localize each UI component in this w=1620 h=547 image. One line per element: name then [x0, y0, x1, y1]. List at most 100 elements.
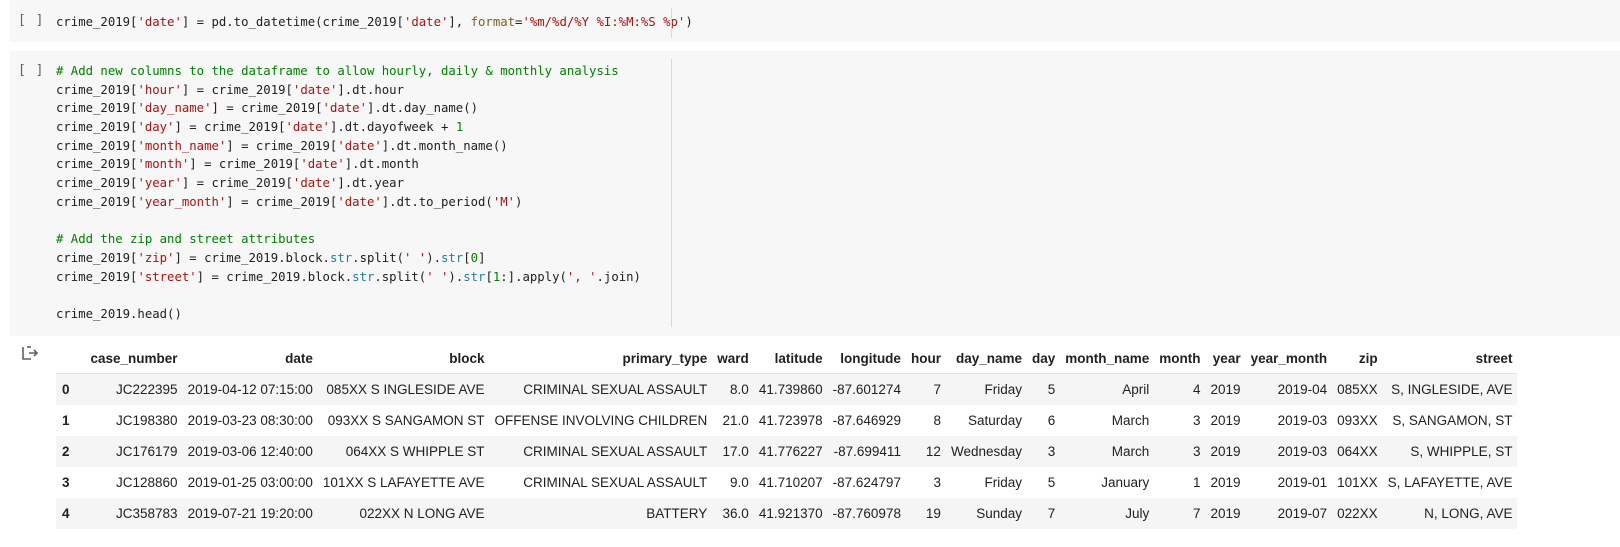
code-token: 'date' [137, 15, 182, 29]
column-header: block [317, 343, 490, 374]
table-cell: CRIMINAL SEXUAL ASSAULT [523, 444, 708, 459]
code-token: :].apply( [500, 269, 567, 284]
code-token: .split( [374, 269, 427, 284]
column-header: longitude [827, 343, 906, 374]
code-token: crime_2019[ [56, 120, 138, 135]
code-cell-2[interactable]: [ ] # Add new columns to the dataframe t… [10, 51, 1620, 336]
code-token: ] = crime_2019[ [181, 82, 293, 97]
code-token: # Add new columns to the dataframe to al… [56, 64, 619, 78]
table-cell: 085XX S INGLESIDE AVE [326, 382, 485, 397]
table-cell: -87.699411 [833, 444, 901, 459]
table-cell: Friday [984, 382, 1022, 397]
table-cell: JC128860 [116, 475, 178, 490]
table-cell: 3 [1047, 444, 1056, 459]
table-cell: 2019-07-21 19:20:00 [187, 506, 313, 521]
code-token: .join) [596, 269, 641, 284]
run-cell-button[interactable]: [ ] [18, 63, 44, 78]
table-cell: 8.0 [730, 382, 749, 397]
table-cell: 41.739860 [758, 382, 823, 397]
table-cell: 41.723978 [758, 413, 823, 428]
code-line: # Add the zip and street attributes [56, 230, 641, 249]
code-token: 'date' [300, 157, 345, 172]
table-row: 0 JC222395 2019-04-12 07:15:00 085XX S INGL… [56, 373, 1518, 405]
code-line: crime_2019['year_month'] = crime_2019['d… [56, 193, 641, 212]
row-index: 3 [62, 475, 70, 490]
table-row: 2 JC176179 2019-03-06 12:40:00 064XX S WHIP… [56, 436, 1518, 467]
table-cell: 2019 [1210, 444, 1241, 459]
table-cell: 2019-01 [1277, 475, 1328, 490]
table-cell: 101XX [1337, 475, 1378, 490]
code-token: crime_2019[ [56, 269, 138, 284]
code-token: 'date' [322, 101, 367, 116]
table-cell: 4 [1193, 382, 1201, 397]
code-token: 'street' [137, 269, 197, 284]
table-cell: 2019 [1210, 506, 1241, 521]
run-cell-button[interactable]: [ ] [18, 13, 44, 28]
table-cell: Saturday [967, 413, 1022, 428]
column-header: hour [905, 343, 946, 374]
code-token: crime_2019[ [56, 15, 138, 29]
code-token: 'date' [337, 194, 382, 209]
code-line: crime_2019['street'] = crime_2019.block.… [56, 268, 641, 287]
code-token: ] = crime_2019[ [174, 120, 286, 135]
code-token: ] = pd.to_datetime(crime_2019[ [181, 15, 404, 29]
table-cell: 2019-03 [1277, 444, 1328, 459]
code-token: 'date' [337, 138, 382, 153]
code-token: '%m/%d/%Y %I:%M:%S %p' [522, 15, 686, 29]
code-token: ' ' [426, 269, 449, 284]
table-row: 3 JC128860 2019-01-25 03:00:00 101XX S LAFA… [56, 467, 1518, 498]
code-editor[interactable]: # Add new columns to the dataframe to al… [56, 62, 641, 324]
code-cell-1[interactable]: [ ] crime_2019['date'] = pd.to_datetime(… [10, 0, 1620, 42]
row-index: 1 [62, 413, 70, 428]
code-token: 'year_month' [137, 194, 227, 209]
code-token: [ [463, 250, 471, 265]
code-token: 'date' [285, 120, 330, 135]
table-cell: -87.601274 [832, 382, 901, 397]
table-cell: 19 [925, 506, 941, 521]
code-token: 'date' [403, 15, 449, 29]
code-line: crime_2019.head() [56, 305, 641, 324]
code-line: crime_2019['day'] = crime_2019['date'].d… [56, 118, 641, 137]
code-token: ' ' [404, 250, 427, 265]
code-token: 1 [455, 120, 464, 135]
code-line: crime_2019['zip'] = crime_2019.block.str… [56, 249, 641, 268]
code-editor[interactable]: crime_2019['date'] = pd.to_datetime(crim… [56, 13, 693, 32]
output-arrow-icon[interactable] [22, 346, 40, 360]
column-header: month_name [1060, 343, 1155, 374]
code-token: ].dt.to_period( [381, 194, 493, 209]
editor-ruler [671, 59, 672, 327]
code-token: 'date' [292, 82, 338, 97]
table-cell: S, LAFAYETTE, AVE [1387, 475, 1513, 490]
table-cell: JC176179 [116, 444, 178, 459]
table-cell: 17.0 [722, 444, 749, 459]
column-header: date [182, 343, 318, 374]
column-header: year [1205, 343, 1246, 374]
code-token: ].dt.dayofweek + [329, 120, 456, 135]
table-cell: March [1111, 413, 1150, 428]
code-line: crime_2019['year'] = crime_2019['date'].… [56, 174, 641, 193]
table-cell: 6 [1047, 413, 1056, 428]
table-cell: CRIMINAL SEXUAL ASSAULT [523, 475, 708, 490]
code-line: crime_2019['date'] = pd.to_datetime(crim… [56, 13, 693, 32]
table-header-row: case_number date block primary_type ward lati… [56, 343, 1518, 374]
table-row: 1 JC198380 2019-03-23 08:30:00 093XX S SANG… [56, 405, 1518, 436]
code-token: 'month' [137, 157, 190, 172]
code-token: ] = crime_2019.block. [196, 269, 353, 284]
code-line: # Add new columns to the dataframe to al… [56, 62, 641, 81]
table-cell: 7 [1047, 506, 1056, 521]
table-cell: 2019-03-23 08:30:00 [187, 413, 313, 428]
table-cell: -87.624797 [832, 475, 901, 490]
code-token: ', ' [566, 269, 597, 284]
column-header: street [1382, 343, 1518, 374]
table-cell: 2019-03 [1277, 413, 1328, 428]
code-token: str [329, 250, 353, 265]
column-header: ward [712, 343, 754, 374]
table-cell: -87.646929 [832, 413, 901, 428]
table-cell: JC358783 [116, 506, 178, 521]
table-cell: 2019 [1210, 382, 1241, 397]
table-cell: July [1125, 506, 1150, 521]
code-token: ] = crime_2019[ [211, 101, 323, 116]
table-cell: 41.921370 [758, 506, 823, 521]
table-cell: 8 [933, 413, 941, 428]
code-token: 'day_name' [137, 101, 212, 116]
